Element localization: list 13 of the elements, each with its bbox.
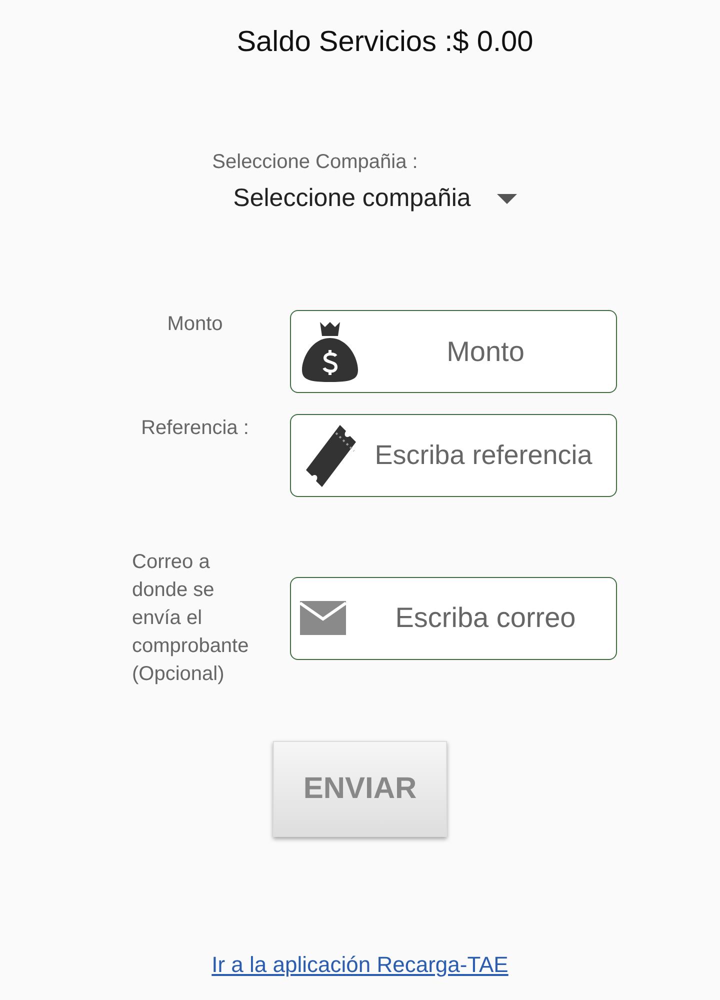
dropdown-caret-icon (496, 194, 517, 204)
field-label: Monto (167, 312, 223, 337)
input-field[interactable]: Escriba correo (290, 576, 617, 660)
balance-text: Saldo Servicios :$ 0.00 (236, 25, 534, 59)
company-label: Seleccione Compañia : (211, 151, 419, 174)
field-label: Correo a donde se envía el comprobante (Opcional) (132, 550, 250, 687)
app-link[interactable]: Ir a la aplicación Recarga-TAE (212, 952, 508, 977)
company-dropdown[interactable]: Seleccione compañia (203, 184, 517, 213)
input-field[interactable]: Escriba referencia (290, 414, 617, 497)
field-label: Referencia : (141, 416, 249, 441)
input-field[interactable]: Monto (290, 310, 617, 393)
money-bag-icon (300, 320, 360, 384)
envelope-icon (300, 601, 346, 635)
